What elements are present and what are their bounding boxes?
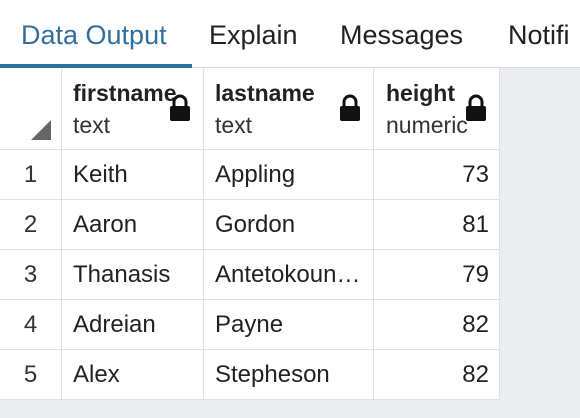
table-row[interactable]: 2 Aaron Gordon 81 bbox=[0, 200, 500, 250]
cell-height[interactable]: 82 bbox=[374, 300, 500, 350]
column-name: firstname bbox=[73, 80, 177, 106]
lock-icon bbox=[466, 94, 486, 121]
lock-icon bbox=[340, 94, 360, 121]
column-type: text bbox=[73, 112, 111, 138]
table-row[interactable]: 5 Alex Stepheson 82 bbox=[0, 350, 500, 400]
cell-lastname[interactable]: Stepheson bbox=[204, 350, 374, 400]
row-number[interactable]: 1 bbox=[0, 150, 62, 200]
cell-height[interactable]: 82 bbox=[374, 350, 500, 400]
select-all-corner[interactable] bbox=[0, 68, 62, 150]
table-row[interactable]: 1 Keith Appling 73 bbox=[0, 150, 500, 200]
cell-height[interactable]: 81 bbox=[374, 200, 500, 250]
cell-firstname[interactable]: Thanasis bbox=[62, 250, 204, 300]
row-number[interactable]: 4 bbox=[0, 300, 62, 350]
table-row[interactable]: 4 Adreian Payne 82 bbox=[0, 300, 500, 350]
column-name: lastname bbox=[215, 80, 315, 106]
results-tab-bar: Data Output Explain Messages Notifi bbox=[0, 0, 580, 68]
column-header-firstname[interactable]: firstname text bbox=[62, 68, 204, 150]
cell-firstname[interactable]: Keith bbox=[62, 150, 204, 200]
cell-firstname[interactable]: Alex bbox=[62, 350, 204, 400]
column-type: text bbox=[215, 112, 253, 138]
grid-header-row: firstname text lastname text height nume… bbox=[0, 68, 500, 150]
column-header-lastname[interactable]: lastname text bbox=[204, 68, 374, 150]
table-row[interactable]: 3 Thanasis Antetokoun… 79 bbox=[0, 250, 500, 300]
cell-firstname[interactable]: Aaron bbox=[62, 200, 204, 250]
cell-lastname[interactable]: Payne bbox=[204, 300, 374, 350]
cell-firstname[interactable]: Adreian bbox=[62, 300, 204, 350]
tab-data-output[interactable]: Data Output bbox=[21, 20, 167, 51]
tab-messages[interactable]: Messages bbox=[340, 20, 463, 51]
row-number[interactable]: 2 bbox=[0, 200, 62, 250]
lock-icon bbox=[170, 94, 190, 121]
row-number[interactable]: 5 bbox=[0, 350, 62, 400]
cell-height[interactable]: 73 bbox=[374, 150, 500, 200]
column-name: height bbox=[386, 80, 455, 106]
cell-lastname[interactable]: Gordon bbox=[204, 200, 374, 250]
tab-notifications[interactable]: Notifi bbox=[508, 20, 570, 51]
cell-lastname[interactable]: Appling bbox=[204, 150, 374, 200]
cell-height[interactable]: 79 bbox=[374, 250, 500, 300]
grid-empty-area bbox=[500, 68, 580, 150]
row-number[interactable]: 3 bbox=[0, 250, 62, 300]
tab-explain[interactable]: Explain bbox=[209, 20, 298, 51]
cell-lastname[interactable]: Antetokoun… bbox=[204, 250, 374, 300]
column-header-height[interactable]: height numeric bbox=[374, 68, 500, 150]
corner-triangle-icon bbox=[31, 120, 51, 140]
column-type: numeric bbox=[386, 112, 468, 138]
